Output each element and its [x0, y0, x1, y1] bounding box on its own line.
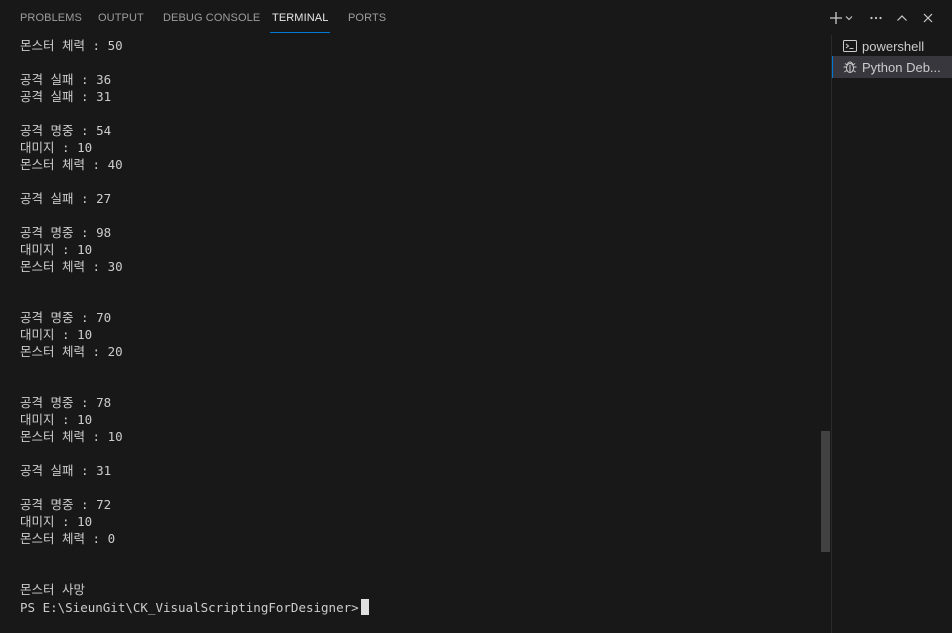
debug-icon — [842, 59, 858, 75]
terminal-line: 공격 명중 : 54 — [20, 123, 112, 138]
tab-terminal[interactable]: TERMINAL — [269, 0, 331, 33]
terminal-line: 공격 명중 : 98 — [20, 225, 112, 240]
terminal-line: 공격 명중 : 70 — [20, 310, 112, 325]
chevron-down-icon[interactable] — [843, 8, 855, 28]
terminal-line: 몬스터 체력 : 40 — [20, 157, 123, 172]
tab-output[interactable]: OUTPUT — [98, 0, 144, 32]
tab-ports[interactable]: PORTS — [348, 0, 386, 32]
terminal-line: 몬스터 체력 : 0 — [20, 531, 116, 546]
terminal-line: 공격 실패 : 27 — [20, 191, 112, 206]
terminal-line: 공격 실패 : 36 — [20, 72, 112, 87]
terminal-line: 몬스터 체력 : 20 — [20, 344, 123, 359]
terminal-scrollbar[interactable] — [818, 35, 830, 633]
terminal-line: 몬스터 체력 : 50 — [20, 38, 123, 53]
terminal-line: 대미지 : 10 — [20, 514, 93, 529]
terminal-line: 몬스터 체력 : 10 — [20, 429, 123, 444]
ellipsis-icon[interactable] — [866, 8, 886, 28]
terminal-line: 공격 명중 : 72 — [20, 497, 112, 512]
terminal-line: 대미지 : 10 — [20, 327, 93, 342]
terminal-cursor — [360, 599, 369, 615]
terminal-icon — [842, 38, 858, 54]
tab-problems[interactable]: PROBLEMS — [20, 0, 82, 32]
terminal-prompt: PS E:\SieunGit\CK_VisualScriptingForDesi… — [20, 600, 359, 615]
terminal-list: powershell Python Deb... — [832, 35, 952, 633]
terminal-item-label: Python Deb... — [862, 59, 941, 75]
scrollbar-thumb[interactable] — [821, 431, 830, 552]
terminal-line: 몬스터 사망 — [20, 582, 86, 597]
terminal-line: 대미지 : 10 — [20, 412, 93, 427]
terminal-line: 대미지 : 10 — [20, 140, 93, 155]
terminal-line: 공격 실패 : 31 — [20, 463, 112, 478]
tab-debug-console[interactable]: DEBUG CONSOLE — [163, 0, 260, 32]
terminal-line: 공격 명중 : 78 — [20, 395, 112, 410]
terminal-line: 몬스터 체력 : 30 — [20, 259, 123, 274]
terminal-panel: PROBLEMS OUTPUT DEBUG CONSOLE TERMINAL P… — [0, 0, 952, 633]
terminal-prompt-line: PS E:\SieunGit\CK_VisualScriptingForDesi… — [20, 599, 369, 616]
terminal-item-powershell[interactable]: powershell — [832, 35, 952, 57]
panel-tab-bar: PROBLEMS OUTPUT DEBUG CONSOLE TERMINAL P… — [0, 0, 952, 35]
chevron-up-icon[interactable] — [892, 8, 912, 28]
terminal-output[interactable]: 몬스터 체력 : 50 공격 실패 : 36 공격 실패 : 31 공격 명중 : 5… — [0, 35, 818, 633]
terminal-item-python-debug[interactable]: Python Deb... — [832, 56, 952, 78]
terminal-item-label: powershell — [862, 38, 925, 54]
close-icon[interactable] — [918, 8, 938, 28]
terminal-line: 대미지 : 10 — [20, 242, 93, 257]
terminal-line: 공격 실패 : 31 — [20, 89, 112, 104]
